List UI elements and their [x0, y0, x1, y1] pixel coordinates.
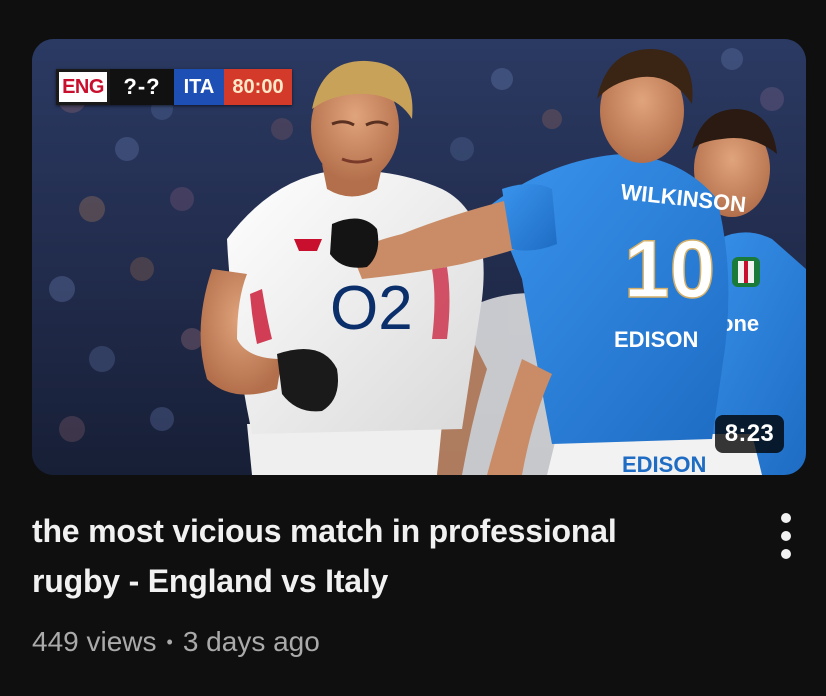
o2-logo-text: O2 — [330, 274, 413, 343]
video-title[interactable]: the most vicious match in professional r… — [32, 506, 752, 606]
view-count: 449 views — [32, 626, 157, 657]
more-vert-icon-dot — [781, 549, 791, 559]
more-vert-icon-dot — [781, 513, 791, 523]
chest-sponsor-text: EDISON — [614, 327, 698, 352]
video-title-line-2: rugby - England vs Italy — [32, 563, 389, 599]
video-thumbnail[interactable]: one O2 EDISON WILKINSON 10 EDISON ENG ?-… — [32, 39, 806, 475]
scoreboard-home-team: ENG — [56, 69, 110, 105]
more-actions-button[interactable] — [766, 508, 806, 564]
upload-age: 3 days ago — [182, 626, 320, 657]
scoreboard-clock: 80:00 — [224, 69, 292, 105]
video-card[interactable]: one O2 EDISON WILKINSON 10 EDISON ENG ?-… — [0, 0, 826, 696]
video-duration-badge: 8:23 — [714, 415, 784, 453]
video-metadata: 449 views • 3 days ago — [32, 624, 752, 660]
shorts-sponsor-text: EDISON — [622, 452, 706, 475]
video-details: the most vicious match in professional r… — [32, 506, 752, 660]
more-vert-icon-dot — [781, 531, 791, 541]
scoreboard-away-team: ITA — [174, 69, 224, 105]
metadata-separator: • — [166, 632, 173, 652]
scoreboard-overlay: ENG ?-? ITA 80:00 — [56, 69, 292, 105]
scoreboard-score: ?-? — [110, 69, 174, 105]
video-title-line-1: the most vicious match in professional — [32, 513, 617, 549]
jersey-number-text: 10 — [624, 224, 715, 315]
